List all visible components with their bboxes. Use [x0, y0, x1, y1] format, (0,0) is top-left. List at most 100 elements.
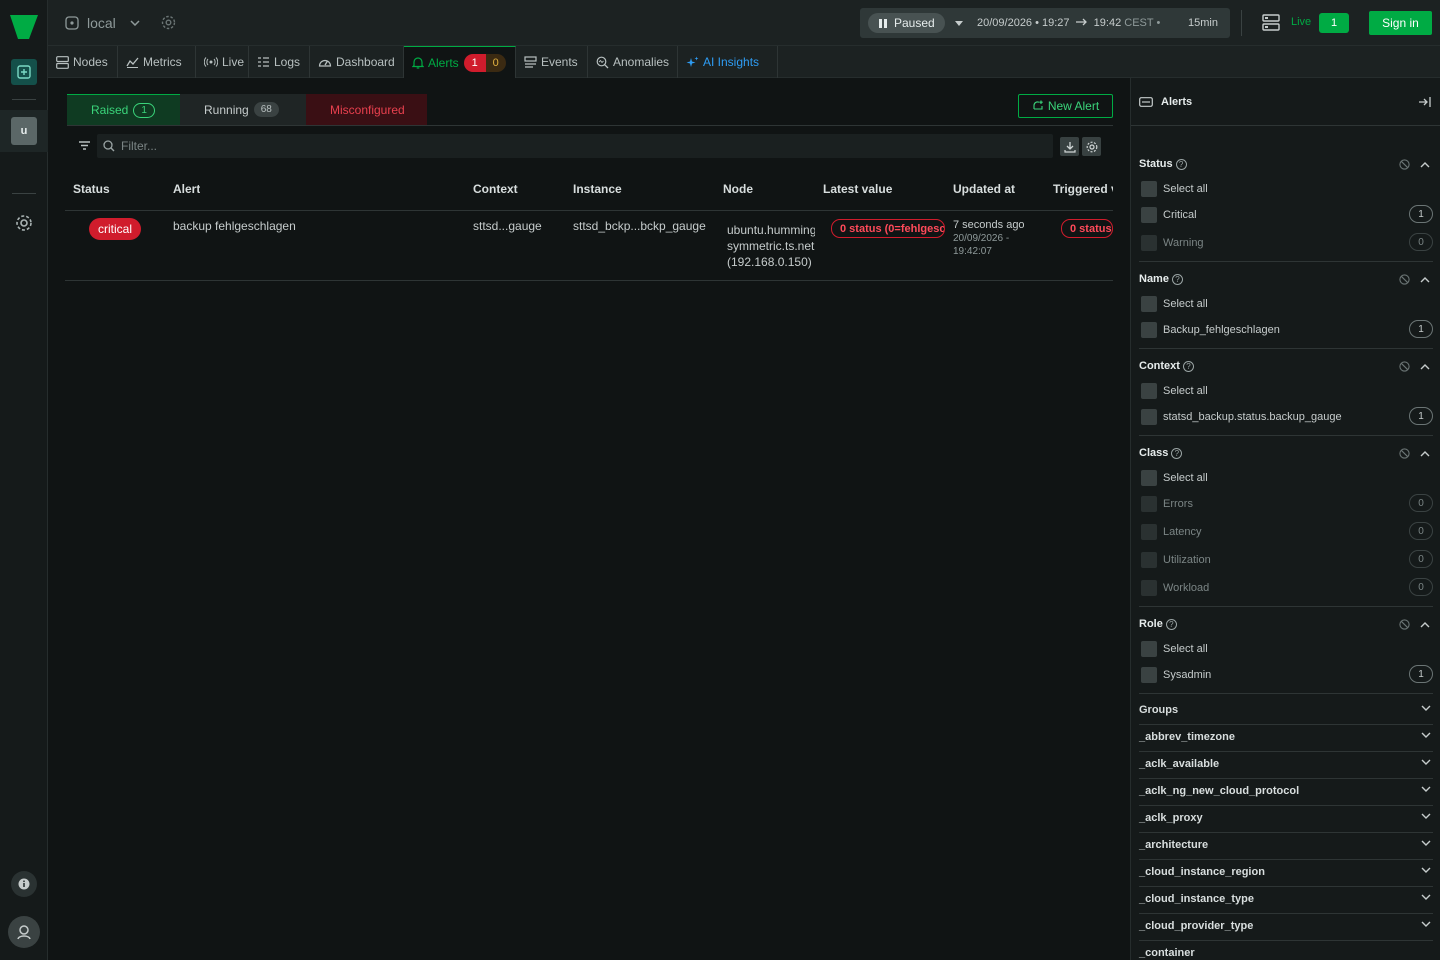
subtab-running[interactable]: Running 68	[180, 94, 306, 125]
checkbox-select-all[interactable]: Select all	[1141, 469, 1433, 487]
tab-dashboard[interactable]: Dashboard	[310, 46, 404, 78]
chevron-down-icon[interactable]	[1421, 867, 1431, 873]
filter-section-class[interactable]: Class?	[1139, 447, 1183, 459]
checkbox-role-sysadmin[interactable]: Sysadmin 1	[1141, 665, 1433, 684]
col-node[interactable]: Node	[723, 182, 753, 196]
group-item[interactable]: _container	[1139, 941, 1433, 960]
filter-section-status[interactable]: Status?	[1139, 158, 1187, 170]
group-item[interactable]: _abbrev_timezone	[1139, 725, 1433, 752]
group-item[interactable]: _architecture	[1139, 833, 1433, 860]
chevron-up-icon[interactable]	[1420, 161, 1430, 168]
chevron-down-icon[interactable]	[1421, 786, 1431, 792]
groups-header[interactable]: Groups	[1139, 698, 1433, 725]
netdata-logo-icon[interactable]	[9, 14, 39, 40]
chevron-up-icon[interactable]	[1420, 450, 1430, 457]
help-icon[interactable]: ?	[1182, 360, 1194, 372]
group-item[interactable]: _aclk_proxy	[1139, 806, 1433, 833]
chevron-down-icon[interactable]	[1421, 840, 1431, 846]
col-context[interactable]: Context	[473, 182, 518, 196]
clear-filter-icon[interactable]	[1399, 619, 1410, 630]
help-icon[interactable]: ?	[1171, 447, 1183, 459]
tab-ai-insights[interactable]: AI Insights	[678, 46, 778, 78]
tab-live[interactable]: Live	[196, 46, 249, 78]
alert-name[interactable]: backup fehlgeschlagen	[173, 219, 296, 233]
clear-filter-icon[interactable]	[1399, 448, 1410, 459]
chevron-up-icon[interactable]	[1420, 363, 1430, 370]
filter-section-role[interactable]: Role?	[1139, 618, 1177, 630]
info-icon[interactable]	[11, 871, 37, 897]
checkbox-class-errors[interactable]: Errors 0	[1141, 494, 1433, 513]
settings-gear-icon[interactable]	[11, 210, 37, 236]
clear-filter-icon[interactable]	[1399, 361, 1410, 372]
col-triggered-value[interactable]: Triggered value	[1053, 182, 1113, 196]
chevron-down-icon[interactable]	[955, 21, 963, 26]
subtab-misconfigured[interactable]: Misconfigured	[306, 94, 427, 125]
time-range-picker[interactable]: Paused 20/09/2026 • 19:27 19:42 CEST • 1…	[860, 8, 1230, 38]
subtab-raised[interactable]: Raised 1	[67, 94, 180, 125]
space-add-icon[interactable]	[11, 59, 37, 85]
checkbox-status-warning[interactable]: Warning 0	[1141, 233, 1433, 252]
chevron-up-icon[interactable]	[1420, 621, 1430, 628]
chevron-down-icon[interactable]	[1421, 759, 1431, 765]
col-instance[interactable]: Instance	[573, 182, 622, 196]
top-bar: local Paused 20/09/2026 • 19:27 19:42 CE…	[48, 0, 1440, 46]
tab-logs[interactable]: Logs	[249, 46, 310, 78]
checkbox-select-all[interactable]: Select all	[1141, 382, 1433, 400]
group-item[interactable]: _cloud_instance_region	[1139, 860, 1433, 887]
clear-filter-icon[interactable]	[1399, 274, 1410, 285]
group-item[interactable]: _cloud_instance_type	[1139, 887, 1433, 914]
tab-alerts[interactable]: Alerts 10	[404, 46, 516, 78]
col-alert[interactable]: Alert	[173, 182, 200, 196]
room-name[interactable]: local	[87, 15, 116, 31]
checkbox-select-all[interactable]: Select all	[1141, 640, 1433, 658]
tab-events[interactable]: Events	[516, 46, 588, 78]
room-settings-gear-icon[interactable]	[161, 15, 176, 30]
chevron-down-icon[interactable]	[1421, 732, 1431, 738]
chevron-down-icon[interactable]	[1421, 813, 1431, 819]
help-icon[interactable]: ?	[1165, 618, 1177, 630]
chevron-down-icon[interactable]	[130, 20, 140, 26]
group-item[interactable]: _aclk_ng_new_cloud_protocol	[1139, 779, 1433, 806]
filter-input[interactable]: Filter...	[97, 134, 1053, 158]
filter-icon[interactable]	[79, 141, 90, 150]
paused-toggle[interactable]: Paused	[868, 13, 945, 33]
col-updated-at[interactable]: Updated at	[953, 182, 1015, 196]
checkbox-class-utilization[interactable]: Utilization 0	[1141, 550, 1433, 569]
chevron-down-icon[interactable]	[1421, 894, 1431, 900]
user-avatar-icon[interactable]	[8, 916, 40, 948]
space-avatar[interactable]: u	[11, 117, 37, 145]
nodes-status-icon[interactable]	[1262, 14, 1280, 31]
node-hostname-suffix[interactable]: symmetric.ts.net	[727, 239, 815, 253]
tab-anomalies[interactable]: Anomalies	[588, 46, 678, 78]
sign-in-button[interactable]: Sign in	[1369, 11, 1432, 35]
chevron-down-icon[interactable]	[1421, 921, 1431, 927]
checkbox-select-all[interactable]: Select all	[1141, 180, 1433, 198]
checkbox-select-all[interactable]: Select all	[1141, 295, 1433, 313]
new-alert-button[interactable]: New Alert	[1018, 94, 1113, 118]
node-hostname[interactable]: ubuntu.humming	[727, 223, 815, 237]
checkbox-class-latency[interactable]: Latency 0	[1141, 522, 1433, 541]
filter-section-name[interactable]: Name?	[1139, 273, 1183, 285]
help-icon[interactable]: ?	[1171, 273, 1183, 285]
table-row[interactable]: critical backup fehlgeschlagen sttsd...g…	[65, 212, 1113, 281]
chevron-down-icon[interactable]	[1421, 705, 1431, 711]
group-label: _cloud_instance_region	[1139, 866, 1265, 878]
tab-metrics[interactable]: Metrics	[118, 46, 196, 78]
checkbox-class-workload[interactable]: Workload 0	[1141, 578, 1433, 597]
download-icon[interactable]	[1060, 137, 1079, 156]
table-settings-gear-icon[interactable]	[1082, 137, 1101, 156]
checkbox-context-statsd[interactable]: statsd_backup.status.backup_gauge 1	[1141, 407, 1433, 426]
help-icon[interactable]: ?	[1175, 158, 1187, 170]
live-count-badge[interactable]: 1	[1319, 13, 1349, 33]
tab-nodes[interactable]: Nodes	[48, 46, 118, 78]
col-status[interactable]: Status	[73, 182, 110, 196]
clear-filter-icon[interactable]	[1399, 159, 1410, 170]
chevron-up-icon[interactable]	[1420, 276, 1430, 283]
group-item[interactable]: _cloud_provider_type	[1139, 914, 1433, 941]
filter-section-context[interactable]: Context?	[1139, 360, 1194, 372]
checkbox-name-backup[interactable]: Backup_fehlgeschlagen 1	[1141, 320, 1433, 339]
col-latest-value[interactable]: Latest value	[823, 182, 892, 196]
checkbox-status-critical[interactable]: Critical 1	[1141, 205, 1433, 224]
group-item[interactable]: _aclk_available	[1139, 752, 1433, 779]
collapse-panel-icon[interactable]	[1418, 97, 1431, 107]
